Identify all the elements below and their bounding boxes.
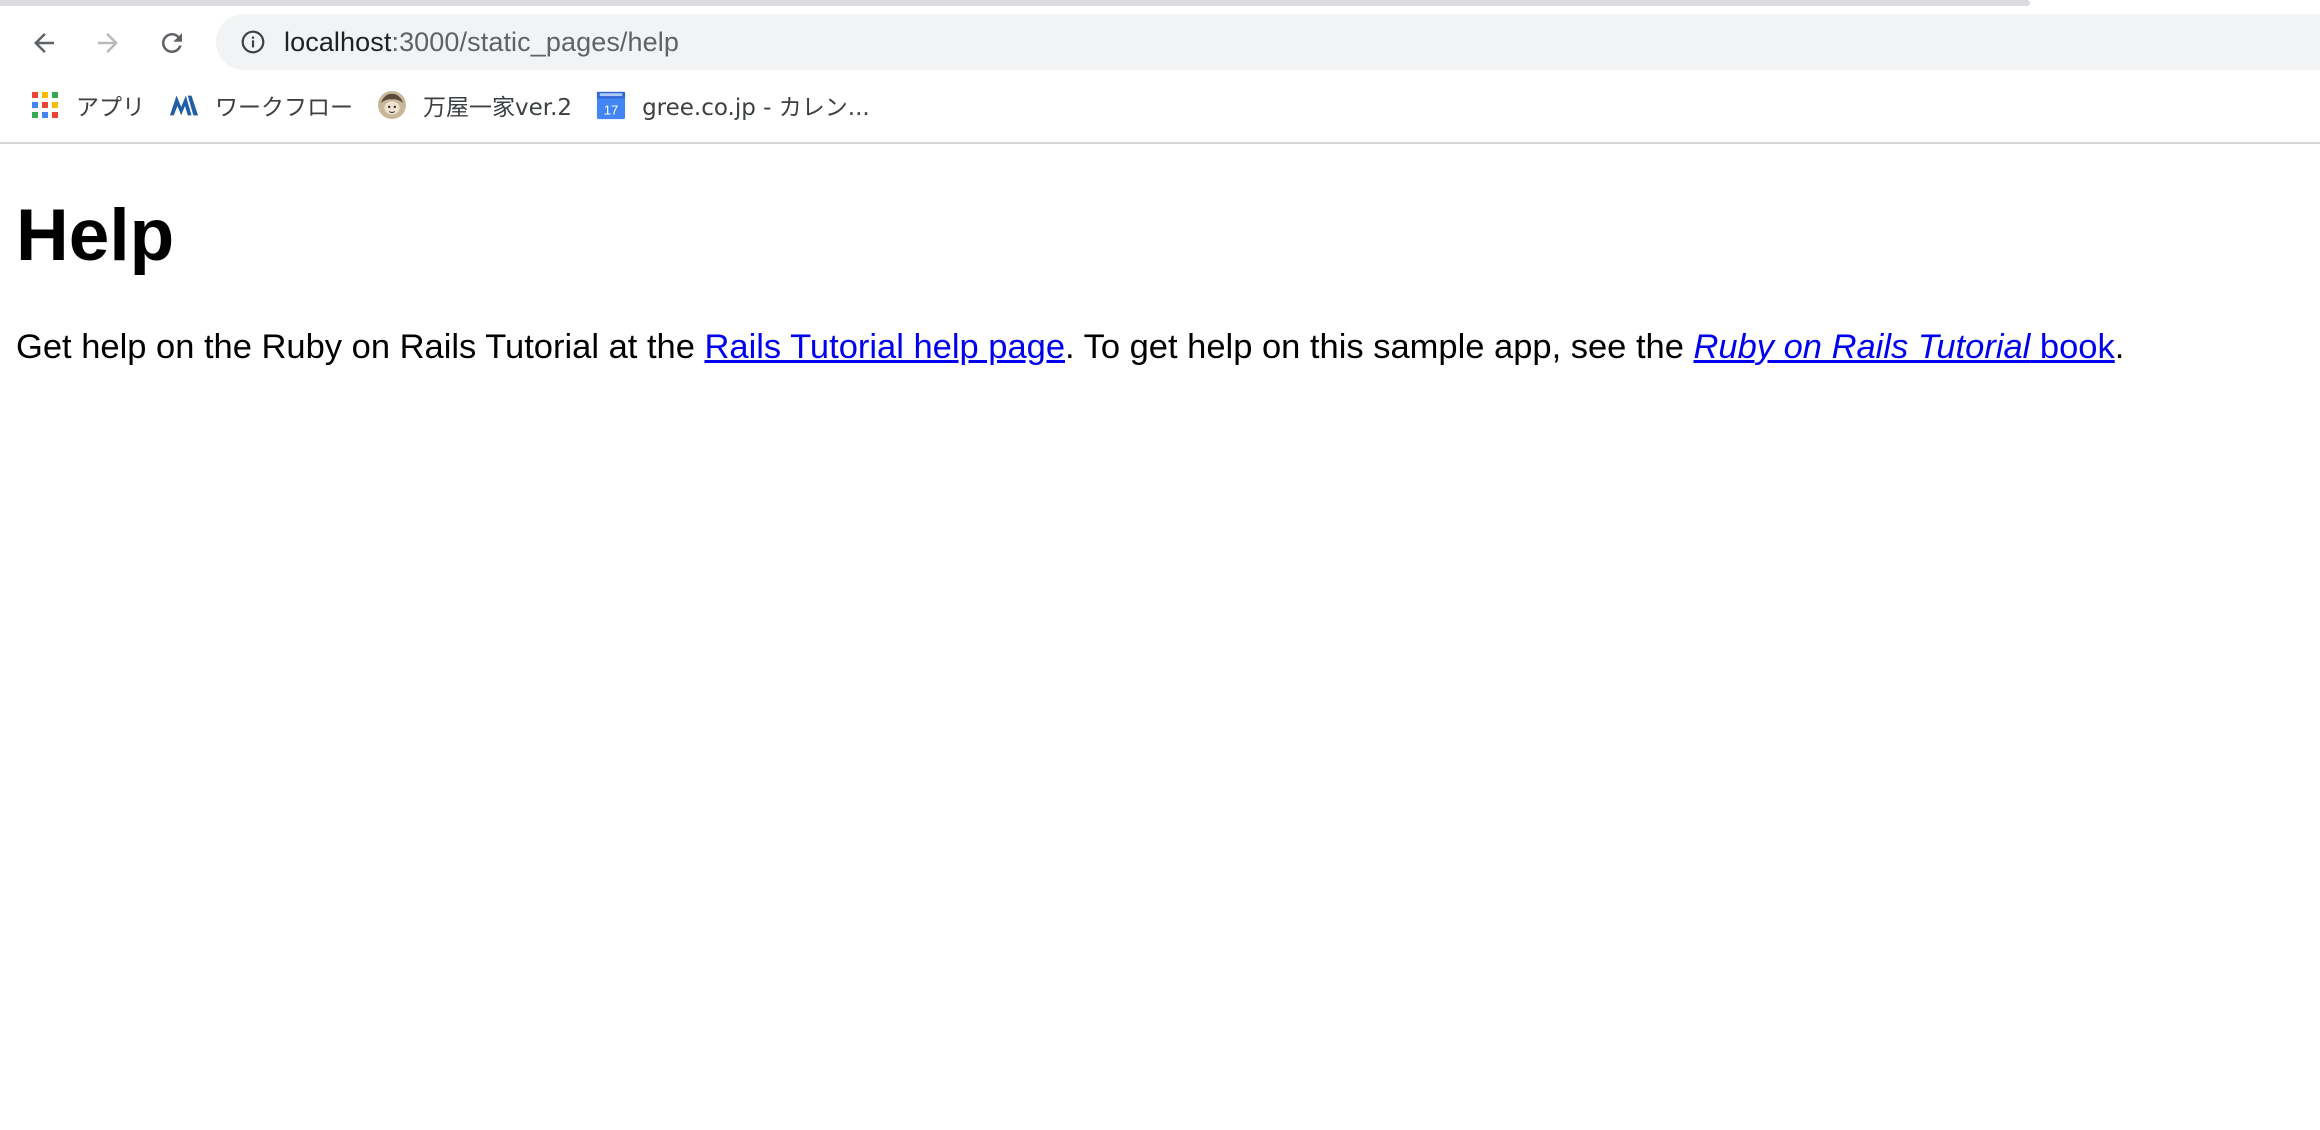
help-paragraph: Get help on the Ruby on Rails Tutorial a… — [16, 328, 2304, 367]
calendar-icon: 17 — [596, 90, 626, 120]
reload-icon — [162, 33, 182, 53]
address-bar[interactable]: localhost:3000/static_pages/help — [216, 14, 2320, 70]
workflow-logo-icon — [169, 90, 199, 120]
url-host: localhost — [284, 26, 392, 57]
book-title: Ruby on Rails Tutorial — [1693, 327, 2031, 366]
bookmark-label: gree.co.jp - カレン... — [642, 95, 870, 121]
url-text[interactable]: localhost:3000/static_pages/help — [284, 27, 679, 58]
paragraph-text: Get help on the Ruby on Rails Tutorial a… — [16, 327, 705, 366]
rails-tutorial-book-link[interactable]: Ruby on Rails Tutorial book — [1694, 328, 2115, 366]
paragraph-text: . — [2114, 327, 2125, 366]
page-title: Help — [16, 195, 175, 276]
url-path: :3000/static_pages/help — [391, 26, 679, 57]
back-arrow-icon — [34, 33, 54, 53]
bookmark-label: ワークフロー — [215, 95, 353, 121]
svg-text:17: 17 — [604, 102, 619, 117]
info-icon[interactable] — [238, 27, 268, 57]
loading-progress-bar — [0, 0, 2030, 6]
bookmark-workflow[interactable]: ワークフロー — [157, 82, 365, 128]
forward-arrow-icon — [98, 33, 118, 53]
browser-chrome: localhost:3000/static_pages/help アプリ ワーク… — [0, 0, 2320, 144]
bookmark-apps[interactable]: アプリ — [0, 82, 157, 128]
avatar-icon — [377, 90, 407, 120]
paragraph-text: . To get help on this sample app, see th… — [1065, 327, 1694, 366]
bookmark-label: 万屋一家ver.2 — [423, 95, 573, 121]
page-content: Help Get help on the Ruby on Rails Tutor… — [0, 144, 2320, 367]
bookmarks-bar: アプリ ワークフロー 万屋一家ver.2 17 gree.co.jp - カレン… — [0, 82, 882, 128]
forward-button[interactable] — [85, 20, 131, 66]
book-link-text: book — [2030, 327, 2115, 366]
bookmark-gree-calendar[interactable]: 17 gree.co.jp - カレン... — [584, 82, 882, 128]
rails-tutorial-help-link[interactable]: Rails Tutorial help page — [704, 328, 1065, 366]
back-button[interactable] — [21, 20, 67, 66]
bookmark-label: アプリ — [76, 95, 145, 121]
bookmark-yorozuya[interactable]: 万屋一家ver.2 — [365, 82, 584, 128]
apps-grid-icon — [30, 90, 60, 120]
reload-button[interactable] — [149, 20, 195, 66]
